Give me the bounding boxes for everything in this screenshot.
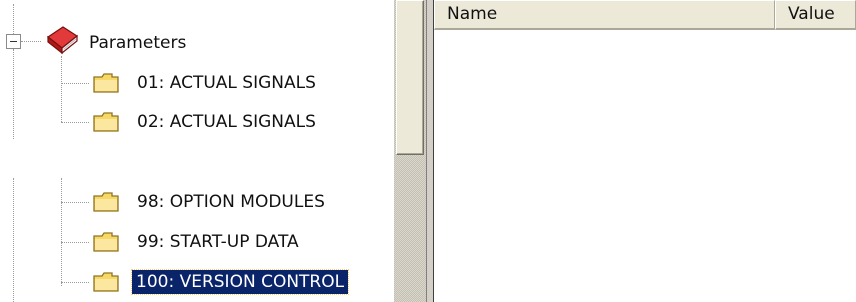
tree-item-label[interactable]: 98: OPTION MODULES — [137, 192, 325, 212]
scrollbar-thumb[interactable] — [396, 0, 424, 155]
tree-item-label[interactable]: 02: ACTUAL SIGNALS — [137, 112, 316, 132]
tree-item-label-selected[interactable]: 100: VERSION CONTROL — [130, 269, 350, 295]
folder-icon — [93, 73, 119, 93]
tree-connector — [61, 202, 89, 203]
column-header-value[interactable]: Value — [775, 0, 856, 30]
folder-icon — [93, 272, 119, 292]
tree-branch-line — [61, 178, 62, 286]
parameter-tree[interactable]: Parameters 01: ACTUAL SIGNALS 02: ACTUAL… — [0, 0, 394, 302]
collapse-toggle-icon[interactable] — [6, 34, 21, 49]
pane-splitter[interactable] — [426, 0, 434, 302]
column-header-name[interactable]: Name — [434, 0, 775, 30]
tree-item-label[interactable]: 01: ACTUAL SIGNALS — [137, 73, 316, 93]
tree-root-label[interactable]: Parameters — [89, 33, 186, 53]
tree-connector — [21, 41, 41, 42]
tree-root-line — [13, 178, 14, 302]
tree-connector — [61, 282, 89, 283]
tree-connector — [61, 122, 89, 123]
tree-root-line — [13, 4, 14, 34]
tree-branch-line — [61, 56, 62, 122]
tree-root-line — [13, 49, 14, 139]
tree-connector — [61, 242, 89, 243]
tree-vertical-scrollbar[interactable] — [394, 0, 426, 302]
book-icon — [46, 26, 79, 55]
parameter-list-view[interactable]: Name Value — [434, 0, 856, 302]
folder-icon — [93, 112, 119, 132]
folder-icon — [93, 192, 119, 212]
folder-icon — [93, 232, 119, 252]
tree-item-label[interactable]: 99: START-UP DATA — [137, 232, 299, 252]
tree-connector — [61, 83, 89, 84]
